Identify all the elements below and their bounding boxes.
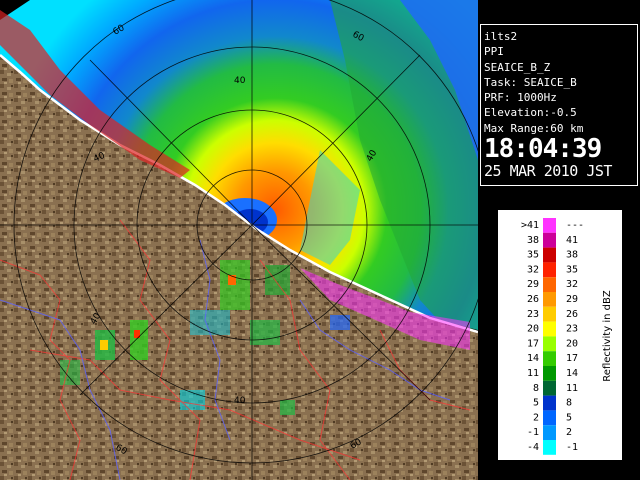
legend-swatch: [543, 336, 556, 352]
task-name: Task: SEAICE_B: [484, 75, 577, 89]
legend-low-label: 8: [533, 383, 539, 394]
legend-swatch: [543, 218, 556, 233]
legend-high-label: 14: [566, 368, 578, 379]
legend-swatch: [543, 306, 556, 322]
legend-high-label: 8: [566, 398, 572, 409]
legend-high-label: 2: [566, 427, 572, 438]
legend-high-label: 17: [566, 353, 578, 364]
legend-swatch: [543, 440, 556, 455]
legend-high-label: 38: [566, 250, 578, 261]
legend-low-label: 14: [527, 353, 539, 364]
legend-low-label: -1: [527, 427, 539, 438]
legend-high-label: 5: [566, 412, 572, 423]
legend-unit-label: Reflectivity in dBZ: [602, 290, 613, 382]
scan-info-panel: ilts2 PPI SEAICE_B_Z Task: SEAICE_B PRF:…: [480, 24, 638, 186]
legend-swatch: [543, 292, 556, 307]
legend-high-label: 29: [566, 294, 578, 305]
legend-swatch: [543, 410, 556, 426]
legend-high-label: 26: [566, 309, 578, 320]
legend-swatch: [543, 366, 556, 381]
prf-value: PRF: 1000Hz: [484, 91, 557, 105]
legend-swatch: [543, 321, 556, 337]
scan-date: 25 MAR 2010 JST: [484, 162, 612, 181]
reflectivity-legend: >41 --- 38 41 35 38 32 35 29 32 26 29 23 26 20 23 17 20 14…: [497, 209, 623, 461]
legend-swatch: [543, 351, 556, 366]
legend-swatch: [543, 262, 556, 278]
legend-swatch: [543, 232, 556, 248]
station-name: ilts2: [484, 30, 518, 43]
ring-label-40-upper: 40: [234, 76, 246, 86]
legend-low-label: 5: [533, 398, 539, 409]
legend-low-label: 35: [527, 250, 539, 261]
radar-ppi-map: 60 60 40 40 40 40 40 60 60: [0, 0, 478, 480]
legend-swatch: [543, 425, 556, 440]
legend-low-label: 26: [527, 294, 539, 305]
legend-high-label: 32: [566, 279, 578, 290]
legend-low-label: 11: [527, 368, 539, 379]
legend-low-label: 17: [527, 338, 539, 349]
legend-high-label: -1: [566, 442, 578, 453]
legend-low-label: 29: [527, 279, 539, 290]
product-name: SEAICE_B_Z: [484, 60, 551, 74]
legend-low-label: >41: [521, 220, 539, 231]
legend-high-label: ---: [566, 220, 584, 231]
legend-low-label: 23: [527, 309, 539, 320]
legend-low-label: -4: [527, 442, 539, 453]
legend-high-label: 11: [566, 383, 578, 394]
scan-type: PPI: [484, 45, 504, 59]
legend-swatch: [543, 247, 556, 263]
legend-scale: >41 --- 38 41 35 38 32 35 29 32 26 29 23 26 20 23 17 20 14…: [521, 218, 613, 455]
legend-swatch: [543, 277, 556, 292]
legend-high-label: 41: [566, 235, 578, 246]
legend-low-label: 2: [533, 412, 539, 423]
legend-low-label: 32: [527, 264, 539, 275]
legend-swatch: [543, 395, 556, 411]
radar-ppi-image: 60 60 40 40 40 40 40 60 60: [0, 0, 478, 480]
legend-high-label: 23: [566, 324, 578, 335]
elevation-value: Elevation:-0.5: [484, 106, 577, 120]
scan-time: 18:04:39: [484, 134, 602, 165]
legend-high-label: 35: [566, 264, 578, 275]
legend-swatch: [543, 380, 556, 396]
legend-low-label: 38: [527, 235, 539, 246]
ring-label-40-bottom: 40: [234, 396, 246, 406]
legend-high-label: 20: [566, 338, 578, 349]
legend-low-label: 20: [527, 324, 539, 335]
